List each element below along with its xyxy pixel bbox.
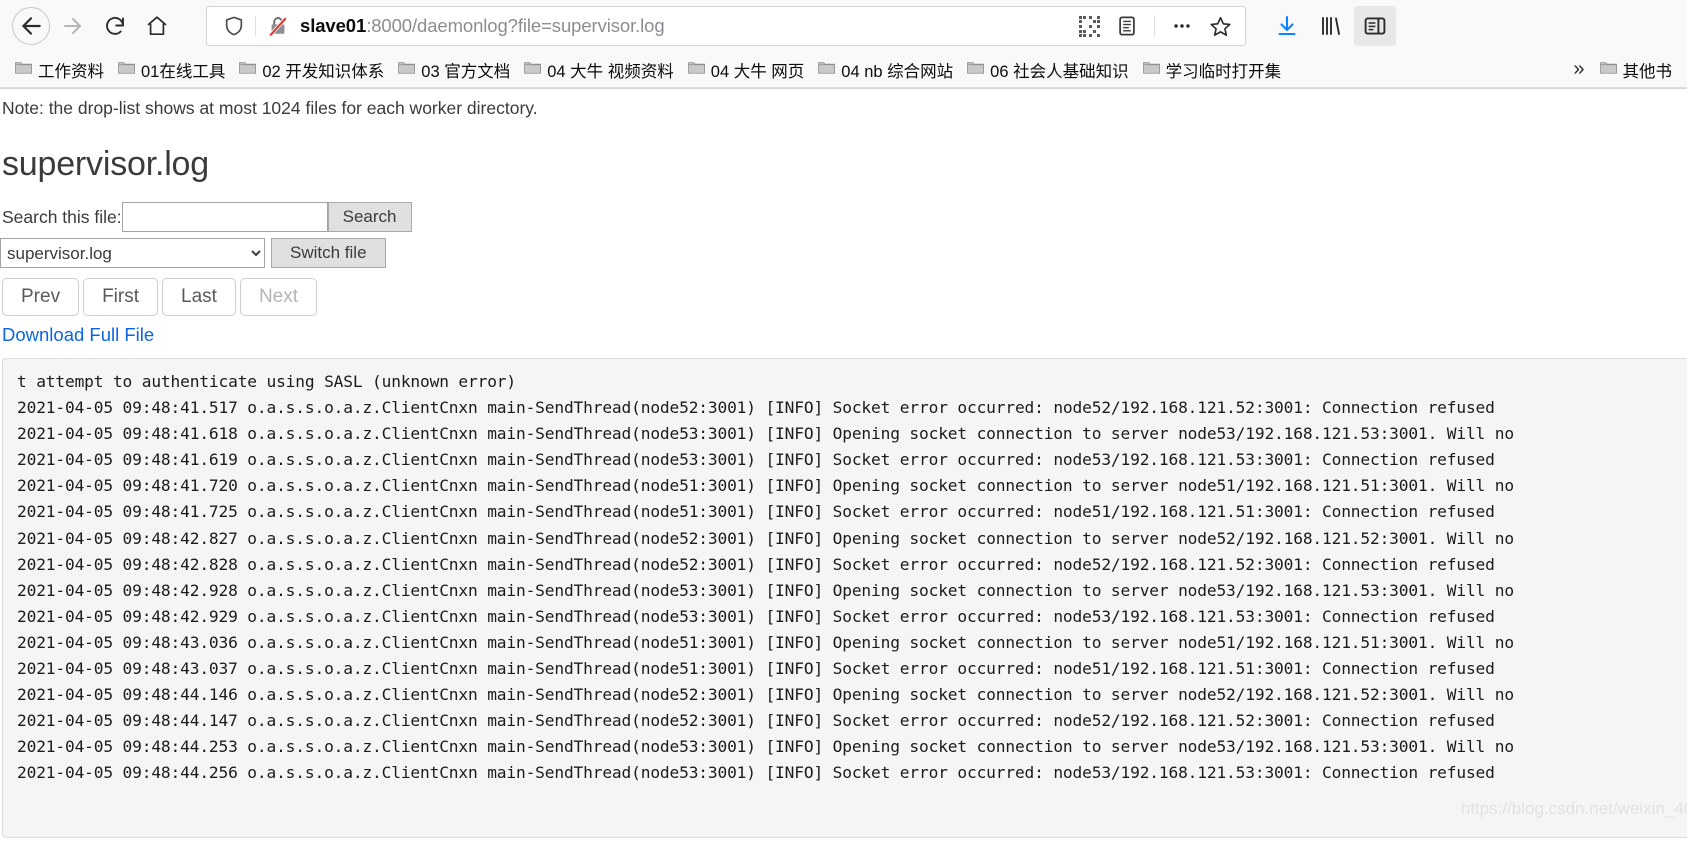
- file-select[interactable]: supervisor.log: [0, 238, 265, 268]
- folder-icon: [524, 60, 542, 80]
- log-line: 2021-04-05 09:48:44.146 o.a.s.s.o.a.z.Cl…: [17, 685, 1514, 705]
- ellipsis-icon[interactable]: [1165, 9, 1199, 43]
- shield-icon[interactable]: [221, 15, 255, 37]
- log-line: 2021-04-05 09:48:41.618 o.a.s.s.o.a.z.Cl…: [17, 424, 1514, 444]
- bookmark-item[interactable]: 04 大牛 视频资料: [517, 56, 681, 84]
- library-books-icon[interactable]: [1310, 6, 1352, 46]
- folder-icon: [1142, 60, 1160, 80]
- bookmark-label: 工作资料: [38, 62, 104, 81]
- url-text[interactable]: slave01:8000/daemonlog?file=supervisor.l…: [298, 15, 1072, 37]
- bookmark-label: 04 nb 综合网站: [841, 62, 954, 81]
- file-switch-row: supervisor.log Switch file: [0, 238, 1687, 268]
- log-lines-container: t attempt to authenticate using SASL (un…: [17, 369, 1687, 787]
- arrow-left-icon: [18, 13, 44, 39]
- bookmark-label: 06 社会人基础知识: [990, 62, 1129, 81]
- log-line: 2021-04-05 09:48:44.147 o.a.s.s.o.a.z.Cl…: [17, 711, 1495, 731]
- url-path: :8000/daemonlog?file=supervisor.log: [366, 15, 665, 36]
- lock-crossed-out-icon[interactable]: [256, 14, 298, 38]
- url-right-divider: [1154, 15, 1155, 37]
- download-arrow-icon[interactable]: [1266, 6, 1308, 46]
- chevron-double-right-icon[interactable]: »: [1565, 58, 1592, 81]
- bookmark-item[interactable]: 06 社会人基础知识: [960, 56, 1135, 84]
- bookmark-item[interactable]: 04 大牛 网页: [681, 56, 812, 84]
- bookmark-label: 04 大牛 视频资料: [547, 62, 674, 81]
- reload-button[interactable]: [96, 7, 134, 45]
- log-line: 2021-04-05 09:48:41.619 o.a.s.s.o.a.z.Cl…: [17, 450, 1495, 470]
- browser-toolbar-right: [1266, 6, 1396, 46]
- watermark-text: https://blog.csdn.net/weixin_40901521: [1460, 799, 1687, 818]
- bookmark-label: 04 大牛 网页: [710, 62, 805, 81]
- log-line: 2021-04-05 09:48:44.253 o.a.s.s.o.a.z.Cl…: [17, 737, 1514, 757]
- next-page-button: Next: [239, 278, 318, 316]
- folder-icon: [239, 60, 257, 80]
- switch-file-button[interactable]: Switch file: [271, 238, 386, 268]
- log-output-panel[interactable]: t attempt to authenticate using SASL (un…: [2, 358, 1687, 838]
- log-line: 2021-04-05 09:48:42.929 o.a.s.s.o.a.z.Cl…: [17, 606, 1495, 626]
- star-icon[interactable]: [1203, 9, 1237, 43]
- folder-icon: [15, 60, 32, 80]
- navigation-toolbar: slave01:8000/daemonlog?file=supervisor.l…: [0, 0, 1687, 52]
- home-button[interactable]: [138, 7, 176, 45]
- url-host: slave01: [300, 15, 367, 36]
- bookmark-label: 01在线工具: [141, 62, 226, 81]
- search-label: Search this file:: [2, 206, 122, 227]
- first-page-button[interactable]: First: [83, 278, 159, 316]
- arrow-right-icon: [61, 14, 85, 38]
- dropdown-note: Note: the drop-list shows at most 1024 f…: [2, 98, 538, 118]
- folder-icon: [1599, 60, 1617, 80]
- pager-controls: Prev First Last Next: [0, 278, 1687, 316]
- log-line: 2021-04-05 09:48:41.517 o.a.s.s.o.a.z.Cl…: [17, 398, 1495, 418]
- log-line: 2021-04-05 09:48:43.036 o.a.s.s.o.a.z.Cl…: [17, 632, 1514, 652]
- qr-code-icon[interactable]: [1072, 9, 1106, 43]
- bookmark-label: 学习临时打开集: [1165, 62, 1282, 81]
- folder-icon: [687, 60, 705, 80]
- page-title: supervisor.log: [2, 145, 209, 183]
- bookmark-item[interactable]: 02 开发知识体系: [232, 56, 391, 84]
- url-bar-right-icons: [1072, 9, 1237, 43]
- sidebar-icon[interactable]: [1354, 6, 1396, 46]
- download-full-file-link[interactable]: Download Full File: [0, 324, 154, 346]
- folder-icon: [118, 60, 135, 80]
- bookmark-item[interactable]: 学习临时打开集: [1136, 56, 1289, 84]
- browser-chrome: slave01:8000/daemonlog?file=supervisor.l…: [0, 0, 1687, 89]
- back-button[interactable]: [12, 7, 50, 45]
- log-line: 2021-04-05 09:48:42.827 o.a.s.s.o.a.z.Cl…: [17, 528, 1514, 548]
- log-line: 2021-04-05 09:48:41.720 o.a.s.s.o.a.z.Cl…: [17, 476, 1514, 496]
- bookmark-label: 其他书: [1622, 62, 1673, 81]
- search-button[interactable]: Search: [327, 202, 412, 232]
- reload-icon: [103, 14, 127, 38]
- bookmark-other-folder[interactable]: 其他书: [1593, 56, 1680, 84]
- bookmark-item[interactable]: 工作资料: [8, 56, 111, 84]
- prev-page-button[interactable]: Prev: [2, 278, 80, 316]
- log-line: 2021-04-05 09:48:42.828 o.a.s.s.o.a.z.Cl…: [17, 554, 1495, 574]
- log-line: 2021-04-05 09:48:42.928 o.a.s.s.o.a.z.Cl…: [17, 580, 1514, 600]
- url-bar[interactable]: slave01:8000/daemonlog?file=supervisor.l…: [206, 6, 1246, 46]
- reader-mode-icon[interactable]: [1110, 9, 1144, 43]
- last-page-button[interactable]: Last: [162, 278, 236, 316]
- page-content: Note: the drop-list shows at most 1024 f…: [0, 89, 1687, 838]
- folder-icon: [967, 60, 985, 80]
- folder-icon: [398, 60, 416, 80]
- search-input[interactable]: [121, 202, 328, 232]
- log-line: 2021-04-05 09:48:44.256 o.a.s.s.o.a.z.Cl…: [17, 763, 1495, 783]
- bookmark-item[interactable]: 04 nb 综合网站: [811, 56, 960, 84]
- bookmark-item[interactable]: 01在线工具: [111, 56, 232, 84]
- bookmarks-bar: 工作资料 01在线工具 02 开发知识体系 03 官方文档 04 大牛 视频资料: [0, 52, 1687, 88]
- log-line: t attempt to authenticate using SASL (un…: [17, 372, 516, 391]
- bookmark-label: 02 开发知识体系: [262, 62, 385, 81]
- bookmark-item[interactable]: 03 官方文档: [391, 56, 517, 84]
- url-bar-left-icons: [221, 14, 298, 38]
- log-line: 2021-04-05 09:48:41.725 o.a.s.s.o.a.z.Cl…: [17, 502, 1495, 522]
- forward-button[interactable]: [54, 7, 92, 45]
- search-row: Search this file: Search: [0, 202, 1687, 232]
- folder-icon: [818, 60, 836, 80]
- log-line: 2021-04-05 09:48:43.037 o.a.s.s.o.a.z.Cl…: [17, 659, 1495, 679]
- home-icon: [145, 14, 169, 38]
- bookmark-label: 03 官方文档: [421, 62, 511, 81]
